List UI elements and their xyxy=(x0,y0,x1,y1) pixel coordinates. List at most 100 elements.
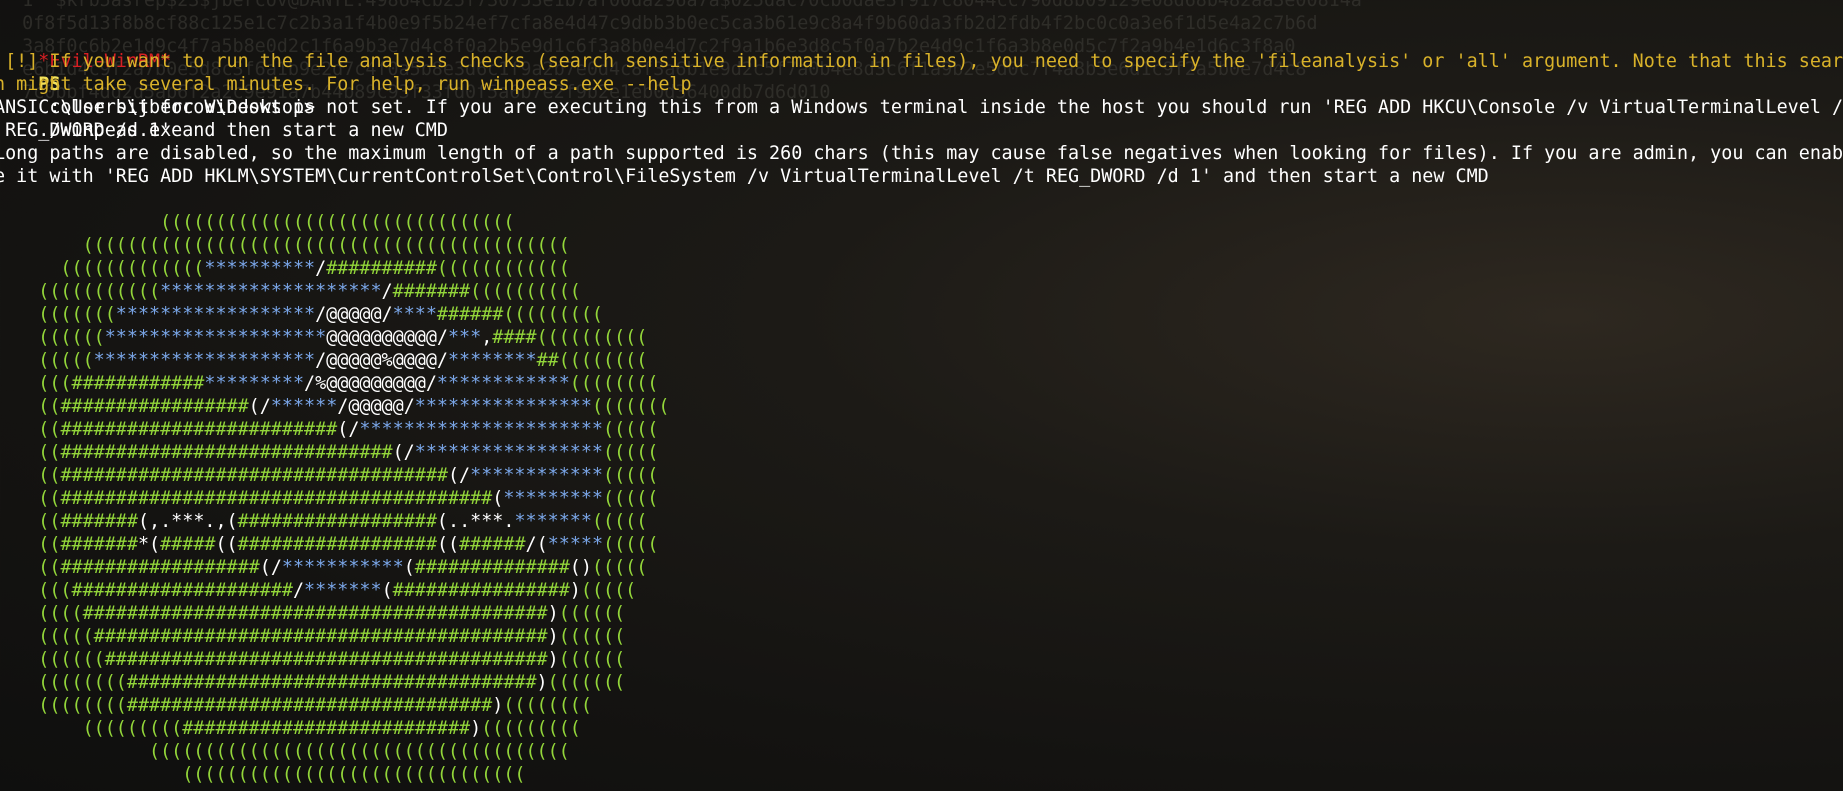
ascii-art-segment: ((((( xyxy=(602,488,659,509)
ascii-art-line: ((#################(/******/@@@@@/******… xyxy=(0,395,1843,418)
ascii-art-segment: /%@@@@@@@@@/ xyxy=(304,373,437,394)
ascii-art-segment: ( xyxy=(403,557,415,578)
ascii-art-segment: ) xyxy=(547,603,559,624)
ascii-art-segment: ################ xyxy=(392,580,570,601)
ascii-art-segment: ) xyxy=(547,649,559,670)
ascii-art-segment: @@@@@@@@@@/ xyxy=(326,327,448,348)
ascii-art-segment: (((((( xyxy=(558,649,626,670)
ascii-art-segment: ((((((((( xyxy=(0,718,183,739)
ascii-art-segment: ***************** xyxy=(414,442,603,463)
ascii-art-line: ((#########################(/***********… xyxy=(0,418,1843,441)
ascii-art-segment: ################## xyxy=(60,557,260,578)
ascii-art-line: (((((((((((********************/#######(… xyxy=(0,280,1843,303)
ascii-art-line: ((#######(,.***.,(##################(..*… xyxy=(0,510,1843,533)
ascii-art-segment: /@@@@@/ xyxy=(315,304,393,325)
ascii-art-segment: ##(((((((( xyxy=(536,350,648,371)
ascii-art-segment: (((((((( xyxy=(503,695,592,716)
ascii-art-segment: ################## xyxy=(237,511,437,532)
ascii-art-segment: ******************** xyxy=(160,281,382,302)
ascii-art-segment: ******************** xyxy=(93,350,316,371)
ascii-art-segment: ) xyxy=(470,718,482,739)
ascii-art-segment: (((( xyxy=(0,603,83,624)
ascii-art-segment: (((((((( xyxy=(569,373,659,394)
ascii-art-line: (((((((((((((((((((((((((((((((((((((( xyxy=(0,740,1843,763)
ascii-art-segment: ( xyxy=(492,488,504,509)
ascii-art-segment: ############################## xyxy=(60,442,393,463)
ascii-art-segment: (( xyxy=(0,396,61,417)
ascii-art-segment: (((((( xyxy=(558,603,626,624)
ascii-art-segment: ####################################### xyxy=(60,488,493,509)
prompt-line: *Evil-WinRM* PS C:\Users\jbercov\Desktop… xyxy=(0,27,1843,141)
ascii-art-segment: ******* xyxy=(514,511,592,532)
ascii-art-segment: ********* xyxy=(503,488,603,509)
ascii-art-segment: (( xyxy=(0,465,61,486)
ascii-art-line: (((####################/*******(########… xyxy=(0,579,1843,602)
ascii-art-segment: /@@@@@%@@@@/ xyxy=(315,350,448,371)
ascii-art-segment: ***** xyxy=(547,534,604,555)
ascii-art-segment: ######((((((((( xyxy=(436,304,604,325)
ascii-art-segment: ####### xyxy=(60,534,138,555)
ascii-art-segment: (((((( xyxy=(558,626,626,647)
terminal-output[interactable]: *Evil-WinRM* PS C:\Users\jbercov\Desktop… xyxy=(0,27,1843,786)
ascii-art-segment: ) xyxy=(547,626,559,647)
ascii-art-segment: (((((( xyxy=(0,327,105,348)
ascii-art-segment: ((( xyxy=(0,373,72,394)
ascii-art-segment: ) xyxy=(569,580,581,601)
ascii-art-line: (((((((((((((((((((((((((((((((( xyxy=(0,211,1843,234)
ascii-art-segment: (((((((((((((((((((((((((((((((((((((( xyxy=(0,741,570,762)
ascii-art-segment: ################# xyxy=(60,396,249,417)
ascii-art-segment: ((((( xyxy=(591,511,648,532)
ascii-art-segment: ################################### xyxy=(60,465,448,486)
ascii-art-segment: () xyxy=(569,557,592,578)
info-line: Long paths are disabled, so the maximum … xyxy=(0,143,1843,164)
ascii-art-segment: (((((((( xyxy=(0,695,127,716)
ascii-art-segment: (/ xyxy=(392,442,415,463)
ascii-art-line: ((##############################(/******… xyxy=(0,441,1843,464)
ascii-art-line: ((((####################################… xyxy=(0,602,1843,625)
ascii-art-segment: (((((((((((((((((((((((((((((((( xyxy=(0,212,515,233)
ascii-art-segment: ############## xyxy=(414,557,570,578)
ascii-art-segment: (((((( xyxy=(0,649,105,670)
ascii-art-segment: / xyxy=(315,258,327,279)
warning-line: [!] If you want to run the file analysis… xyxy=(0,51,1843,72)
ascii-art-line: ((##################(/***********(######… xyxy=(0,556,1843,579)
ascii-art-segment: ******************** xyxy=(104,327,327,348)
ascii-art-segment: ((((( xyxy=(0,626,94,647)
info-line: REG_DWORD /d 1' and then start a new CMD xyxy=(0,120,448,141)
ascii-art-segment: (/ xyxy=(447,465,471,486)
ascii-art-line: ((((((((################################… xyxy=(0,671,1843,694)
ascii-art-segment: ((((( xyxy=(580,580,637,601)
ascii-art-segment: / xyxy=(292,580,305,601)
ascii-art-segment: ((((( xyxy=(603,419,659,440)
terminal-window[interactable]: { "ghost_lines": [ " 1 $krb5asrep$23$jbe… xyxy=(0,0,1843,791)
ascii-art-segment: ********** xyxy=(204,258,316,279)
ascii-art-segment: ((((((((((( xyxy=(0,281,161,302)
ascii-art-segment: (( xyxy=(0,488,61,509)
ascii-art-segment: **** xyxy=(392,304,437,325)
ascii-art-segment: ######################### xyxy=(60,419,338,440)
ascii-art-segment: /@@@@@/ xyxy=(337,396,415,417)
ascii-art-segment: ************ xyxy=(470,465,603,486)
ascii-art-line: ((###################################(/*… xyxy=(0,464,1843,487)
ascii-art-segment: ****** xyxy=(270,396,338,417)
ascii-art-segment: ((((( xyxy=(0,350,94,371)
ascii-art-line: ((((((((((((((((((((((((((((((( xyxy=(0,763,1843,786)
ascii-art-segment: (..***. xyxy=(436,511,515,532)
ascii-art-segment: ************ xyxy=(436,373,570,394)
ascii-art-segment: ##### xyxy=(160,534,216,555)
ascii-art-segment: *( xyxy=(137,534,161,555)
ascii-art-segment: *********** xyxy=(281,557,404,578)
ascii-art-segment: (/ xyxy=(259,557,282,578)
ascii-art-segment: #######(((((((((( xyxy=(392,281,581,302)
info-line: ANSI color bit for Windows is not set. I… xyxy=(0,97,1843,118)
ascii-art-segment: (/ xyxy=(337,419,360,440)
ascii-art-line: ((((((********************@@@@@@@@@@/***… xyxy=(0,326,1843,349)
ascii-art-segment: ********* xyxy=(204,373,305,394)
ascii-art-segment: ******* xyxy=(304,580,382,601)
ascii-art-line: (((############*********/%@@@@@@@@@/****… xyxy=(0,372,1843,395)
ascii-art-line: (((((###################################… xyxy=(0,625,1843,648)
ascii-art-segment: ###### xyxy=(459,534,526,555)
ascii-art-segment: ********************** xyxy=(359,419,603,440)
ascii-art-segment: , xyxy=(481,327,493,348)
ascii-art-segment: ((((((( xyxy=(0,304,116,325)
